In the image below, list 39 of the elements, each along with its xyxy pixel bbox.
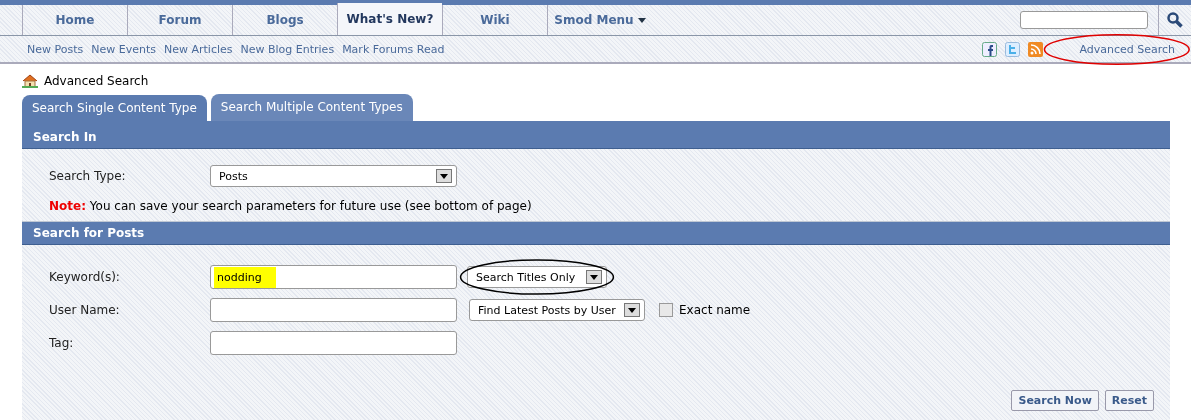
search-type-dropdown[interactable]: Posts — [210, 165, 457, 187]
content-type-tab[interactable]: Search Multiple Content Types — [210, 94, 413, 121]
form-button[interactable]: Reset — [1104, 390, 1154, 411]
rss-icon[interactable] — [1028, 41, 1044, 57]
user-mode-dropdown[interactable]: Find Latest Posts by User — [469, 299, 645, 321]
tag-field[interactable] — [210, 331, 457, 355]
nav-tab[interactable]: Smod Menu — [547, 5, 652, 35]
keyword-field[interactable]: nodding — [210, 265, 457, 289]
nav-tab[interactable]: What's New? — [337, 3, 442, 35]
field-label: Keyword(s): — [48, 270, 121, 284]
caret-icon — [628, 307, 636, 313]
nav-tab[interactable]: Wiki — [442, 5, 547, 35]
section-header: Search for Posts — [22, 222, 1170, 245]
subnav-link[interactable]: Mark Forums Read — [342, 42, 445, 56]
caret-icon — [440, 173, 448, 179]
subnav-link[interactable]: New Articles — [164, 42, 233, 56]
subnav-link[interactable]: New Events — [91, 42, 156, 56]
note-text: Note: You can save your search parameters for future use (see bottom of page) — [48, 199, 533, 213]
breadcrumb: Advanced Search — [44, 74, 149, 88]
user-name-field[interactable] — [210, 298, 457, 322]
subnav-link[interactable]: New Blog Entries — [240, 42, 335, 56]
field-label: Tag: — [48, 336, 75, 350]
search-field[interactable] — [1020, 11, 1148, 29]
field-label: Search Type: — [48, 169, 127, 183]
checkbox-label: Exact name — [679, 303, 751, 317]
bird-icon[interactable] — [1005, 41, 1021, 57]
home-icon[interactable] — [22, 74, 38, 88]
form-button[interactable]: Search Now — [1011, 390, 1099, 411]
facebook-icon[interactable] — [982, 41, 998, 57]
exact-name-checkbox[interactable] — [659, 303, 673, 317]
caret-icon — [590, 274, 598, 280]
subnav-link[interactable]: New Posts — [27, 42, 84, 56]
section-header: Search In — [22, 126, 1170, 149]
keyword-mode-dropdown[interactable]: Search Titles Only — [467, 266, 607, 288]
content-type-tab[interactable]: Search Single Content Type — [22, 95, 207, 121]
nav-tab[interactable]: Forum — [127, 5, 232, 35]
nav-tab[interactable]: Home — [22, 5, 127, 35]
field-label: User Name: — [48, 303, 121, 317]
search-icon[interactable] — [1167, 12, 1183, 28]
